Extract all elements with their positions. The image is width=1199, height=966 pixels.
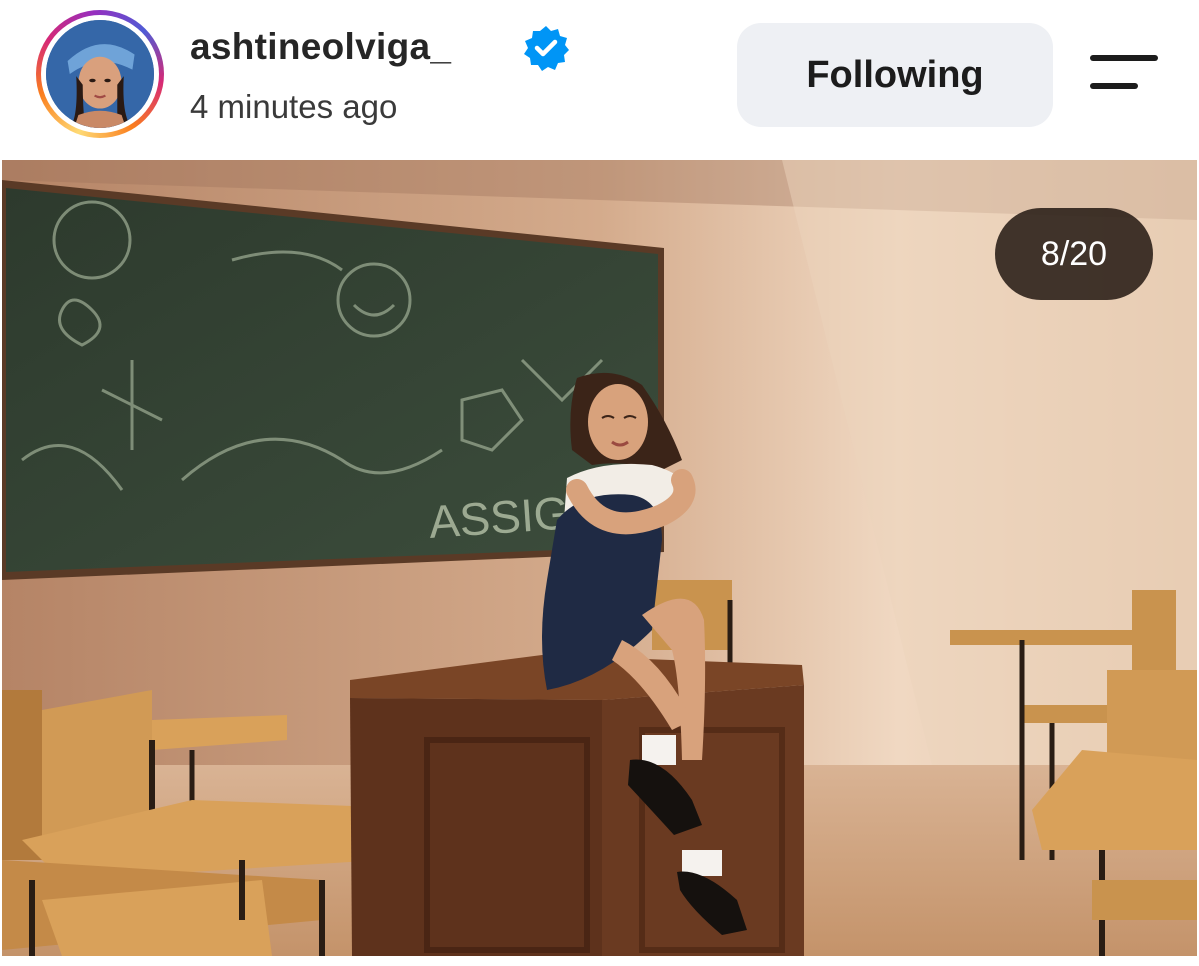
username[interactable]: ashtineolviga_ [190,26,451,68]
post-header: ashtineolviga_ 4 minutes ago Following [0,0,1199,160]
divider [0,956,1199,966]
verified-badge-icon [524,26,569,71]
avatar-story-ring[interactable] [36,10,164,138]
carousel-counter: 8/20 [995,208,1153,300]
post-timestamp: 4 minutes ago [190,88,398,125]
menu-icon[interactable] [1090,55,1160,95]
following-button[interactable]: Following [737,23,1053,127]
avatar[interactable] [46,20,154,128]
